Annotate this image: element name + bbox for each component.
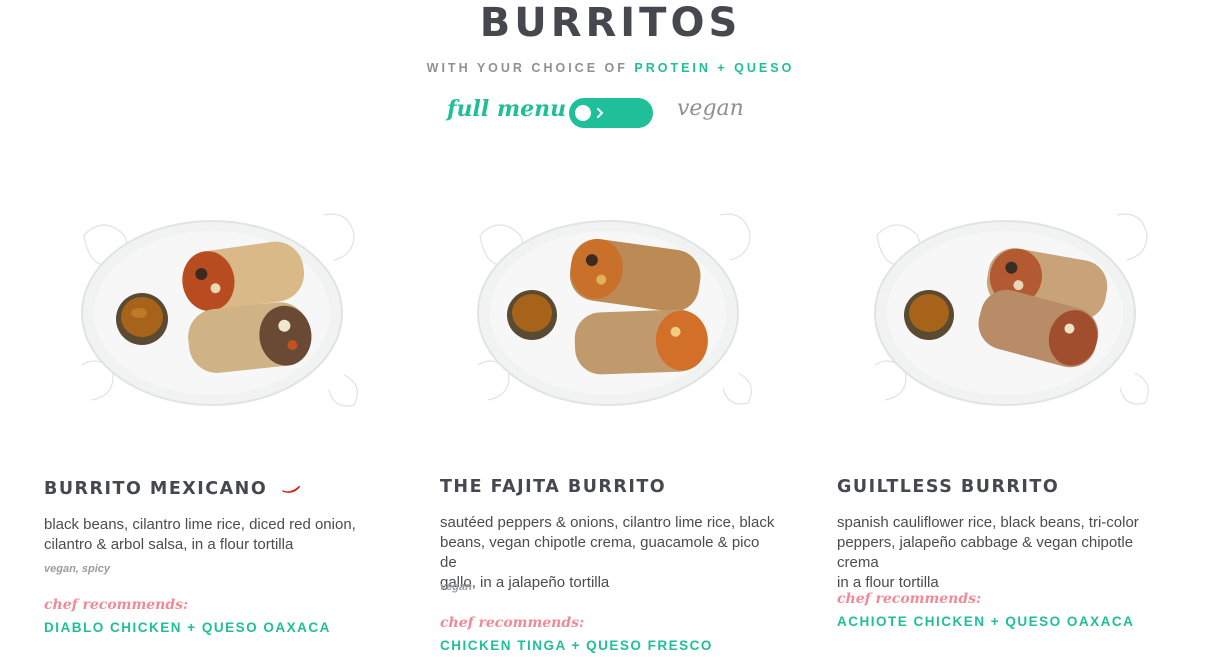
item-description: black beans, cilantro lime rice, diced r… — [44, 516, 356, 553]
burrito-plate-photo — [867, 205, 1167, 415]
chef-recommendation: DIABLO CHICKEN + QUESO OAXACA — [44, 620, 331, 635]
chef-recommends-label: chef recommends: — [837, 591, 982, 607]
subtitle-prefix: WITH YOUR CHOICE OF — [426, 61, 628, 75]
toggle-label-vegan[interactable]: vegan — [677, 96, 744, 121]
menu-filter-toggle-row: full menu vegan — [0, 96, 1221, 130]
toggle-knob[interactable] — [575, 105, 591, 121]
chevron-right-icon — [597, 108, 604, 118]
menu-item-card: THE FAJITA BURRITO sautéed peppers & oni… — [440, 205, 780, 653]
menu-item-card: GUILTLESS BURRITO spanish cauliflower ri… — [837, 205, 1177, 629]
chef-recommends-label: chef recommends: — [440, 615, 585, 631]
item-name: THE FAJITA BURRITO — [440, 477, 667, 497]
chef-recommendation: ACHIOTE CHICKEN + QUESO OAXACA — [837, 614, 1135, 629]
item-tags: vegan — [440, 581, 472, 593]
menu-toggle-switch[interactable] — [569, 98, 653, 128]
chili-pepper-icon — [281, 485, 300, 493]
item-tags: vegan, spicy — [44, 563, 111, 575]
subtitle-accent: PROTEIN + QUESO — [634, 61, 795, 75]
chef-recommendation: CHICKEN TINGA + QUESO FRESCO — [440, 638, 713, 653]
menu-item-card: BURRITO MEXICANO black beans, cilantro l… — [44, 205, 384, 635]
burrito-plate-photo — [74, 205, 374, 415]
item-description: spanish cauliflower rice, black beans, t… — [837, 514, 1139, 591]
item-name: GUILTLESS BURRITO — [837, 477, 1060, 497]
toggle-label-full-menu[interactable]: full menu — [447, 96, 566, 122]
chef-recommends-label: chef recommends: — [44, 597, 189, 613]
burrito-plate-photo — [470, 205, 770, 415]
item-name: BURRITO MEXICANO — [44, 479, 301, 499]
item-description: sautéed peppers & onions, cilantro lime … — [440, 514, 775, 591]
page-subtitle: WITH YOUR CHOICE OF PROTEIN + QUESO — [0, 61, 1221, 75]
page-title: BURRITOS — [479, 0, 742, 46]
